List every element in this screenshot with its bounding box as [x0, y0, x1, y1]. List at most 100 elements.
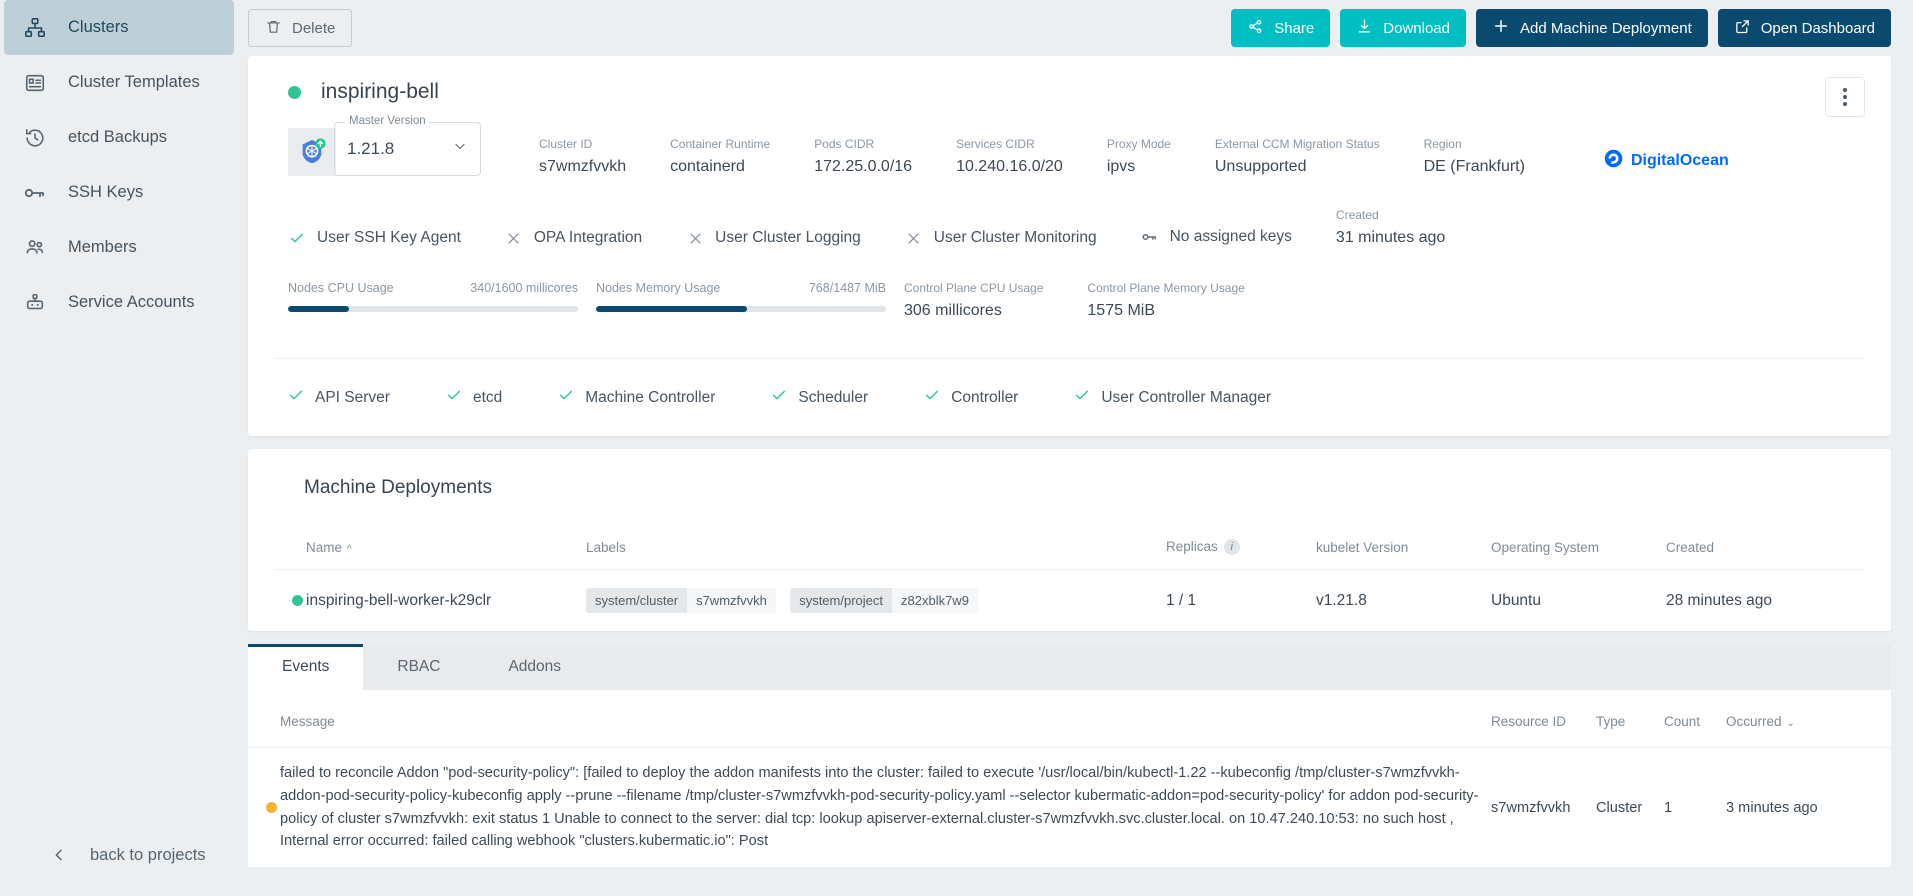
usage-head: Nodes Memory Usage 768/1487 MiB: [596, 281, 886, 295]
usage-head: Nodes CPU Usage 340/1600 millicores: [288, 281, 578, 295]
meta-label: Proxy Mode: [1106, 137, 1171, 151]
col-header-created[interactable]: Created: [1666, 539, 1865, 570]
cloud-provider-name: DigitalOcean: [1630, 152, 1729, 169]
sidebar-item-cluster-templates[interactable]: Cluster Templates: [0, 55, 238, 110]
tab-events[interactable]: Events: [248, 644, 364, 691]
back-to-projects-button[interactable]: back to projects: [0, 842, 238, 868]
check-icon: [288, 230, 306, 246]
col-header-labels[interactable]: Labels: [586, 539, 1166, 570]
col-header-kubelet-version[interactable]: kubelet Version: [1316, 539, 1491, 570]
cluster-name: inspiring-bell: [321, 80, 439, 103]
open-dashboard-button[interactable]: Open Dashboard: [1717, 9, 1891, 47]
content-scroll: inspiring-bell Master Version 1.21.8 Clu…: [238, 56, 1913, 896]
open-dashboard-label: Open Dashboard: [1760, 19, 1875, 37]
component-api-server: API Server: [288, 387, 390, 408]
component-controller: Controller: [924, 387, 1018, 408]
sort-desc-caret: ⌄: [1786, 718, 1795, 730]
component-machine-controller: Machine Controller: [558, 387, 715, 408]
feature-user-cluster-monitoring: User Cluster Monitoring: [905, 229, 1097, 247]
delete-button[interactable]: Delete: [248, 9, 353, 47]
table-header-row: Name ^ Labels Replicas i kubelet Version O…: [274, 539, 1865, 570]
usage-progress-bar: [596, 306, 886, 312]
meta-value: containerd: [670, 158, 745, 175]
tab-addons[interactable]: Addons: [474, 644, 596, 691]
sidebar-item-label: Members: [68, 238, 137, 256]
usage-nodes-cpu: Nodes CPU Usage 340/1600 millicores: [288, 281, 578, 320]
usage-label: Control Plane Memory Usage: [1087, 281, 1245, 295]
usage-value: 340/1600 millicores: [470, 281, 578, 295]
sidebar-item-members[interactable]: Members: [0, 220, 238, 275]
col-header-type[interactable]: Type: [1596, 690, 1664, 748]
external-link-icon: [1734, 18, 1751, 39]
col-header-resource-id[interactable]: Resource ID: [1491, 690, 1596, 748]
meta-cluster-id: Cluster ID s7wmzfvvkh: [539, 137, 626, 176]
meta-value: 10.240.16.0/20: [956, 158, 1063, 175]
share-button[interactable]: Share: [1231, 9, 1331, 47]
sidebar-item-ssh-keys[interactable]: SSH Keys: [0, 165, 238, 220]
machine-deployments-card: Machine Deployments Name ^ Labels Replica…: [248, 449, 1891, 632]
machine-deployments-thead: Name ^ Labels Replicas i kubelet Version O…: [274, 539, 1865, 570]
meta-label: Container Runtime: [670, 137, 771, 151]
usage-value: 1575 MiB: [1087, 302, 1155, 319]
label-value: s7wmzfvvkh: [687, 588, 776, 614]
trash-icon: [265, 18, 282, 39]
col-header-name[interactable]: Name ^: [306, 539, 586, 570]
meta-region: Region DE (Frankfurt): [1424, 137, 1525, 176]
col-header-occurred[interactable]: Occurred ⌄: [1726, 690, 1891, 748]
kebab-dot: [1843, 95, 1847, 99]
cell-created: 28 minutes ago: [1666, 591, 1772, 609]
master-version-select[interactable]: Master Version 1.21.8: [334, 115, 481, 176]
top-toolbar: Delete Share Download Add Machine Deploy…: [238, 0, 1913, 56]
component-user-controller-manager: User Controller Manager: [1074, 387, 1271, 408]
master-version-group: Master Version 1.21.8: [288, 115, 481, 176]
info-icon[interactable]: i: [1223, 539, 1240, 556]
meta-label: Cluster ID: [539, 137, 593, 151]
meta-value: ipvs: [1106, 158, 1136, 175]
col-header-label: Name: [306, 539, 343, 555]
meta-label: Created: [1335, 208, 1379, 222]
col-header-replicas[interactable]: Replicas i: [1166, 539, 1316, 570]
table-row[interactable]: failed to reconcile Addon "pod-security-…: [248, 747, 1891, 867]
feature-label: User SSH Key Agent: [317, 229, 461, 246]
download-button[interactable]: Download: [1340, 9, 1466, 47]
add-machine-deployment-button[interactable]: Add Machine Deployment: [1475, 9, 1708, 47]
events-panel: Message Resource ID Type Count Occurred ⌄: [248, 690, 1891, 867]
component-label: Controller: [951, 388, 1019, 406]
app-root: Clusters Cluster Templates etcd Backups …: [0, 0, 1913, 896]
sidebar-item-service-accounts[interactable]: Service Accounts: [0, 275, 238, 330]
kebab-dot: [1843, 88, 1847, 92]
label-key: system/cluster: [586, 588, 688, 614]
chevron-down-icon: [452, 139, 468, 160]
cell-message: failed to reconcile Addon "pod-security-…: [280, 765, 1479, 850]
cluster-more-menu-button[interactable]: [1825, 77, 1865, 117]
col-header-message[interactable]: Message: [280, 690, 1491, 748]
label-key: system/project: [790, 588, 892, 614]
machine-deployments-title: Machine Deployments: [304, 477, 492, 498]
back-to-projects-label: back to projects: [90, 845, 206, 864]
check-icon: [446, 387, 462, 408]
col-header-operating-system[interactable]: Operating System: [1491, 539, 1666, 570]
add-machine-deployment-label: Add Machine Deployment: [1519, 19, 1692, 37]
meta-value: DE (Frankfurt): [1423, 158, 1525, 175]
table-row[interactable]: inspiring-bell-worker-k29clr system/clus…: [274, 569, 1865, 632]
tab-rbac[interactable]: RBAC: [363, 644, 475, 691]
meta-label: Pods CIDR: [814, 137, 875, 151]
usage-control-plane-memory: Control Plane Memory Usage 1575 MiB: [1087, 281, 1244, 320]
feature-user-ssh-key-agent: User SSH Key Agent: [288, 229, 461, 247]
feature-label: User Cluster Logging: [715, 229, 861, 246]
machine-deployments-tbody: inspiring-bell-worker-k29clr system/clus…: [274, 569, 1865, 632]
col-header-count[interactable]: Count: [1664, 690, 1726, 748]
sidebar-item-clusters[interactable]: Clusters: [4, 0, 234, 55]
meta-label: External CCM Migration Status: [1214, 137, 1380, 151]
meta-label: Region: [1423, 137, 1462, 151]
sidebar-item-etcd-backups[interactable]: etcd Backups: [0, 110, 238, 165]
check-icon: [924, 387, 940, 408]
tab-bar: Events RBAC Addons: [248, 644, 1891, 691]
feature-label: User Cluster Monitoring: [933, 229, 1097, 246]
status-dot: [266, 802, 277, 814]
check-icon: [288, 387, 304, 408]
status-col-header: [274, 539, 306, 570]
meta-label: Services CIDR: [956, 137, 1035, 151]
cluster-status-dot: [288, 85, 301, 99]
component-label: Machine Controller: [585, 388, 716, 406]
